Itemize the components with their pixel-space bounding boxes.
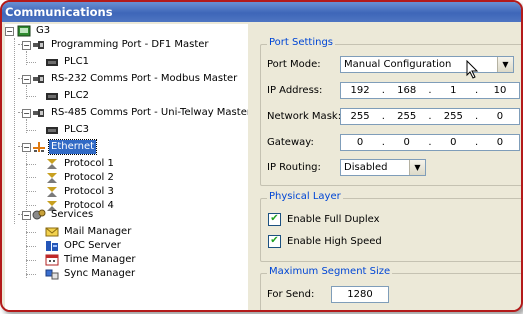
gateway-field[interactable]: 0. 0. 0. 0 — [340, 134, 520, 151]
physical-layer-title: Physical Layer — [267, 191, 343, 202]
ip-routing-select[interactable]: Disabled ▼ — [340, 159, 426, 176]
tree-item-plc1[interactable]: PLC1 — [45, 55, 91, 69]
tree-item-sync-manager[interactable]: Sync Manager — [45, 267, 137, 281]
protocol-icon — [45, 172, 59, 184]
tree-item-opc-server[interactable]: OPC Server — [45, 239, 123, 253]
window-title: Communications — [2, 2, 521, 22]
port-settings-title: Port Settings — [267, 37, 336, 48]
communications-window: Communications − − − − − − G3 Programmin… — [0, 0, 523, 312]
plc-icon — [45, 124, 59, 136]
settings-panel: Port Settings Port Mode: Manual Configur… — [256, 24, 521, 310]
tree-item-services[interactable]: Services — [32, 208, 95, 222]
tree-item-rs485-port[interactable]: RS-485 Comms Port - Uni-Telway Master — [32, 106, 248, 120]
collapse-rs485-port-icon[interactable]: − — [22, 109, 31, 118]
full-duplex-checkbox[interactable]: ✔ Enable Full Duplex — [268, 213, 380, 226]
for-send-label: For Send: — [267, 289, 315, 300]
tree-item-ethernet[interactable]: Ethernet — [32, 139, 98, 155]
gateway-label: Gateway: — [267, 137, 314, 148]
physical-layer-group: Physical Layer — [260, 191, 521, 262]
checkmark-icon[interactable]: ✔ — [268, 235, 281, 248]
protocol-icon — [45, 186, 59, 198]
plc-icon — [45, 56, 59, 68]
port-icon — [32, 39, 46, 51]
device-icon — [17, 25, 31, 37]
navigation-tree[interactable]: − − − − − − G3 Programming Port - DF1 Ma… — [5, 24, 249, 310]
collapse-rs232-port-icon[interactable]: − — [22, 75, 31, 84]
sync-icon — [45, 268, 59, 280]
dropdown-arrow-icon[interactable]: ▼ — [409, 160, 425, 175]
high-speed-checkbox[interactable]: ✔ Enable High Speed — [268, 235, 382, 248]
tree-item-mail-manager[interactable]: Mail Manager — [45, 225, 133, 239]
plc-icon — [45, 90, 59, 102]
network-mask-label: Network Mask: — [267, 111, 342, 122]
tree-item-time-manager[interactable]: Time Manager — [45, 253, 137, 267]
tree-item-programming-port[interactable]: Programming Port - DF1 Master — [32, 38, 211, 52]
port-icon — [32, 107, 46, 119]
ip-address-field[interactable]: 192. 168. 1. 10 — [340, 82, 520, 99]
mouse-cursor-icon — [466, 59, 480, 84]
mail-icon — [45, 226, 59, 238]
panel-splitter[interactable] — [248, 24, 256, 310]
checkmark-icon[interactable]: ✔ — [268, 213, 281, 226]
collapse-programming-port-icon[interactable]: − — [22, 41, 31, 50]
services-icon — [32, 209, 46, 221]
tree-item-rs232-port[interactable]: RS-232 Comms Port - Modbus Master — [32, 72, 239, 86]
tree-item-protocol-1[interactable]: Protocol 1 — [45, 157, 116, 171]
tree-item-plc2[interactable]: PLC2 — [45, 89, 91, 103]
collapse-g3-icon[interactable]: − — [5, 27, 14, 36]
for-send-input[interactable]: 1280 — [331, 286, 389, 303]
port-mode-label: Port Mode: — [267, 59, 321, 70]
dropdown-arrow-icon[interactable]: ▼ — [497, 57, 513, 72]
tree-item-g3[interactable]: G3 — [17, 24, 52, 38]
ip-routing-label: IP Routing: — [267, 162, 321, 173]
ip-address-label: IP Address: — [267, 85, 323, 96]
tree-item-protocol-3[interactable]: Protocol 3 — [45, 185, 116, 199]
collapse-ethernet-icon[interactable]: − — [22, 143, 31, 152]
protocol-icon — [45, 158, 59, 170]
time-icon — [45, 254, 59, 266]
network-mask-field[interactable]: 255. 255. 255. 0 — [340, 108, 520, 125]
collapse-services-icon[interactable]: − — [22, 211, 31, 220]
tree-item-plc3[interactable]: PLC3 — [45, 123, 91, 137]
tree-item-protocol-2[interactable]: Protocol 2 — [45, 171, 116, 185]
port-mode-select[interactable]: Manual Configuration ▼ — [340, 56, 514, 73]
opc-icon — [45, 240, 59, 252]
segment-size-title: Maximum Segment Size — [267, 266, 393, 277]
port-icon — [32, 73, 46, 85]
ethernet-icon — [32, 141, 46, 153]
